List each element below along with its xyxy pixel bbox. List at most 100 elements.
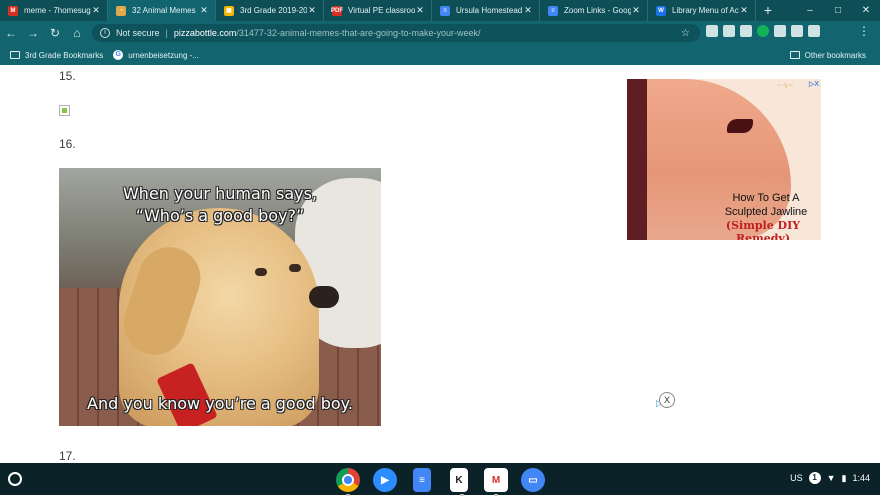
dog-eye: [255, 268, 267, 276]
list-number: 16.: [59, 137, 76, 151]
tab-3rd-grade[interactable]: ▣ 3rd Grade 2019-20 ✕: [216, 0, 324, 21]
extension-icon[interactable]: [706, 25, 718, 37]
tab-title: Library Menu of Ac: [672, 6, 739, 15]
classroom-icon: ▣: [224, 5, 234, 16]
reload-icon[interactable]: ↻: [44, 26, 66, 40]
meme-image[interactable]: When your human says, “Who’s a good boy?…: [59, 168, 381, 426]
extension-icon[interactable]: [740, 25, 752, 37]
info-icon[interactable]: i: [100, 28, 110, 38]
extension-icon[interactable]: [723, 25, 735, 37]
tab-animal-memes[interactable]: ◔ 32 Animal Memes ✕: [108, 0, 216, 21]
shelf-apps: ▶ ≡ K M ▭: [336, 468, 545, 496]
dog-nose: [309, 286, 339, 308]
close-icon[interactable]: ✕: [739, 5, 749, 16]
web-page: 15. 16. When your human says, “Who’s a g…: [0, 65, 880, 463]
files-icon[interactable]: ▭: [521, 468, 545, 492]
close-icon[interactable]: ✕: [415, 5, 425, 16]
security-status: Not secure: [116, 28, 160, 38]
url-path: /31477-32-animal-memes-that-are-going-to…: [236, 28, 481, 38]
close-window-icon[interactable]: ✕: [852, 0, 880, 21]
keep-icon[interactable]: K: [450, 468, 468, 496]
google-icon: G: [113, 50, 124, 60]
os-shelf: ▶ ≡ K M ▭ US 1 ▼ ▮ 1:44: [0, 463, 880, 496]
docs-icon: ≡: [548, 5, 558, 16]
bookmark-label: Other bookmarks: [804, 50, 866, 60]
bookmark-urnenbeisetzung[interactable]: G urnenbeisetzung -...: [113, 50, 199, 60]
extension-icon[interactable]: [808, 25, 820, 37]
dog-eye: [289, 264, 301, 272]
address-bar[interactable]: i Not secure | pizzabottle.com /31477-32…: [92, 24, 700, 42]
browser-toolbar: ← → ↻ ⌂ i Not secure | pizzabottle.com /…: [0, 21, 880, 45]
menu-icon[interactable]: ⋮: [858, 24, 870, 38]
home-icon[interactable]: ⌂: [66, 26, 88, 40]
url-host: pizzabottle.com: [173, 28, 237, 38]
ad-subtitle: (Simple DIY Remedy): [725, 219, 801, 240]
docs-icon: ≡: [440, 5, 450, 16]
new-tab-button[interactable]: +: [756, 0, 780, 21]
folder-icon: [789, 51, 800, 59]
battery-icon: ▮: [841, 472, 847, 483]
notification-badge: 1: [808, 472, 821, 484]
tab-zoom-links[interactable]: ≡ Zoom Links - Goog ✕: [540, 0, 648, 21]
tab-title: meme - 7homesug: [24, 6, 91, 15]
meme-caption-top-1: When your human says,: [122, 184, 318, 203]
bookmark-other[interactable]: Other bookmarks: [789, 50, 866, 60]
ad-headline-line-2: Sculpted Jawline: [724, 206, 808, 218]
maximize-icon[interactable]: □: [824, 0, 852, 21]
advertisement[interactable]: ~∿~ ▷X How To Get A Sculpted Jawline (Si…: [627, 79, 821, 240]
tab-virtual-pe[interactable]: PDF Virtual PE classroo ✕: [324, 0, 432, 21]
pizzabottle-icon: ◔: [116, 5, 126, 16]
minimize-icon[interactable]: –: [796, 0, 824, 21]
close-icon[interactable]: ✕: [91, 5, 101, 16]
tab-title: 3rd Grade 2019-20: [240, 6, 307, 15]
tab-ursula[interactable]: ≡ Ursula Homestead ✕: [432, 0, 540, 21]
ad-headline-line-1: How To Get A: [732, 192, 800, 204]
tab-title: Ursula Homestead: [456, 6, 523, 15]
bookmark-3rd-grade[interactable]: 3rd Grade Bookmarks: [10, 51, 103, 60]
close-ad-icon[interactable]: X: [659, 392, 675, 408]
tab-title: Virtual PE classroo: [348, 6, 415, 15]
bookmarks-bar: 3rd Grade Bookmarks G urnenbeisetzung -.…: [0, 45, 880, 65]
ad-hair-shape: [627, 79, 647, 240]
clock: 1:44: [852, 473, 870, 483]
extension-icon[interactable]: [791, 25, 803, 37]
window-controls: – □ ✕: [796, 0, 880, 21]
list-number: 15.: [59, 69, 76, 83]
tab-gmail[interactable]: M meme - 7homesug ✕: [0, 0, 108, 21]
gmail-icon: M: [8, 5, 18, 16]
tab-library-menu[interactable]: W Library Menu of Ac ✕: [648, 0, 756, 21]
meme-caption-bottom: And you know you’re a good boy.: [87, 394, 353, 413]
divider: |: [165, 28, 168, 38]
zoom-icon[interactable]: ▶: [373, 468, 397, 492]
bookmark-star-icon[interactable]: ☆: [681, 28, 690, 39]
tab-strip: M meme - 7homesug ✕ ◔ 32 Animal Memes ✕ …: [0, 0, 880, 21]
back-icon[interactable]: ←: [0, 26, 22, 40]
pdf-icon: PDF: [331, 5, 343, 16]
list-number: 17.: [59, 449, 76, 463]
forward-icon[interactable]: →: [22, 26, 44, 40]
folder-icon: [10, 51, 20, 59]
meme-caption-top-2: “Who’s a good boy?”: [135, 206, 305, 225]
input-method: US: [790, 473, 803, 483]
tab-title: 32 Animal Memes: [132, 6, 196, 15]
wifi-icon: ▼: [826, 473, 836, 483]
adchoices-icon[interactable]: ▷X: [809, 80, 819, 88]
bookmark-label: urnenbeisetzung -...: [128, 50, 199, 60]
ad-choices[interactable]: ▷ X: [656, 392, 680, 408]
ad-logo-icon: ~∿~: [777, 81, 794, 90]
docs-icon[interactable]: ≡: [413, 468, 431, 492]
chrome-icon[interactable]: [336, 468, 360, 496]
close-icon[interactable]: ✕: [307, 5, 317, 16]
close-icon[interactable]: ✕: [523, 5, 533, 16]
broken-image-icon[interactable]: [59, 105, 70, 116]
grammarly-icon[interactable]: [757, 25, 769, 37]
tab-title: Zoom Links - Goog: [564, 6, 631, 15]
launcher-icon[interactable]: [8, 472, 22, 486]
status-area[interactable]: US 1 ▼ ▮ 1:44: [790, 472, 870, 484]
close-icon[interactable]: ✕: [631, 5, 641, 16]
ad-headline: How To Get A Sculpted Jawline: [711, 191, 821, 219]
extension-icon[interactable]: [774, 25, 786, 37]
gmail-icon[interactable]: M: [484, 468, 508, 496]
ad-lips-shape: [727, 119, 753, 133]
close-icon[interactable]: ✕: [199, 5, 209, 16]
